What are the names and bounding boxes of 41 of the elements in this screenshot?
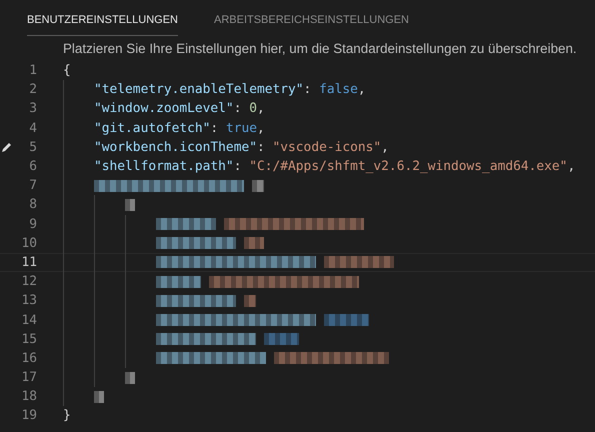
code-text: }: [63, 408, 71, 424]
line-number: 15: [20, 332, 37, 347]
blurred-text: [244, 237, 264, 250]
line-number: 13: [20, 293, 37, 308]
blurred-text: [125, 372, 135, 384]
blurred-text: [244, 294, 256, 307]
code-text: "window.zoomLevel": 0,: [94, 101, 265, 116]
blurred-text: [264, 333, 299, 346]
code-text: "git.autofetch": true,: [94, 120, 265, 136]
blurred-text: [324, 256, 394, 268]
line-number: 1: [28, 63, 37, 78]
line-number: 17: [20, 370, 37, 386]
line-number: 14: [20, 312, 37, 328]
blurred-text: [324, 314, 369, 326]
line-number: 2: [28, 82, 37, 98]
line-number: 3: [28, 101, 37, 116]
settings-tab[interactable]: ARBEITSBEREICHSEINSTELLUNGEN: [214, 12, 409, 36]
line-number: 12: [20, 274, 37, 290]
blurred-text: [252, 180, 264, 192]
line-number: 19: [20, 408, 37, 424]
line-number: 5: [28, 140, 37, 155]
settings-tab[interactable]: BENUTZEREINSTELLUNGEN: [27, 12, 178, 36]
hint-text: Platzieren Sie Ihre Einstellungen hier, um die Standardeinstellungen zu überschreiben.: [63, 41, 578, 58]
blurred-text: [125, 198, 135, 211]
blurred-text: [94, 390, 104, 403]
line-number: 16: [20, 350, 37, 366]
line-number: 8: [28, 197, 37, 212]
line-number: 4: [28, 120, 37, 136]
code-text: "telemetry.enableTelemetry": false,: [94, 82, 366, 98]
line-number: 6: [28, 159, 37, 174]
blurred-text: [156, 276, 201, 288]
line-number: 9: [28, 216, 37, 232]
line-number: 18: [20, 389, 37, 404]
line-number: 7: [28, 178, 37, 194]
code-text: {: [63, 63, 71, 78]
line-number: 10: [20, 236, 37, 251]
pencil-icon[interactable]: [0, 140, 13, 154]
line-number: 11: [20, 254, 37, 270]
code-text: "shellformat.path": "C:/#Apps/shfmt_v2.6.2_windows_amd64.exe",: [94, 159, 576, 174]
blurred-text: [156, 218, 216, 230]
code-text: "workbench.iconTheme": "vscode-icons",: [94, 140, 389, 155]
